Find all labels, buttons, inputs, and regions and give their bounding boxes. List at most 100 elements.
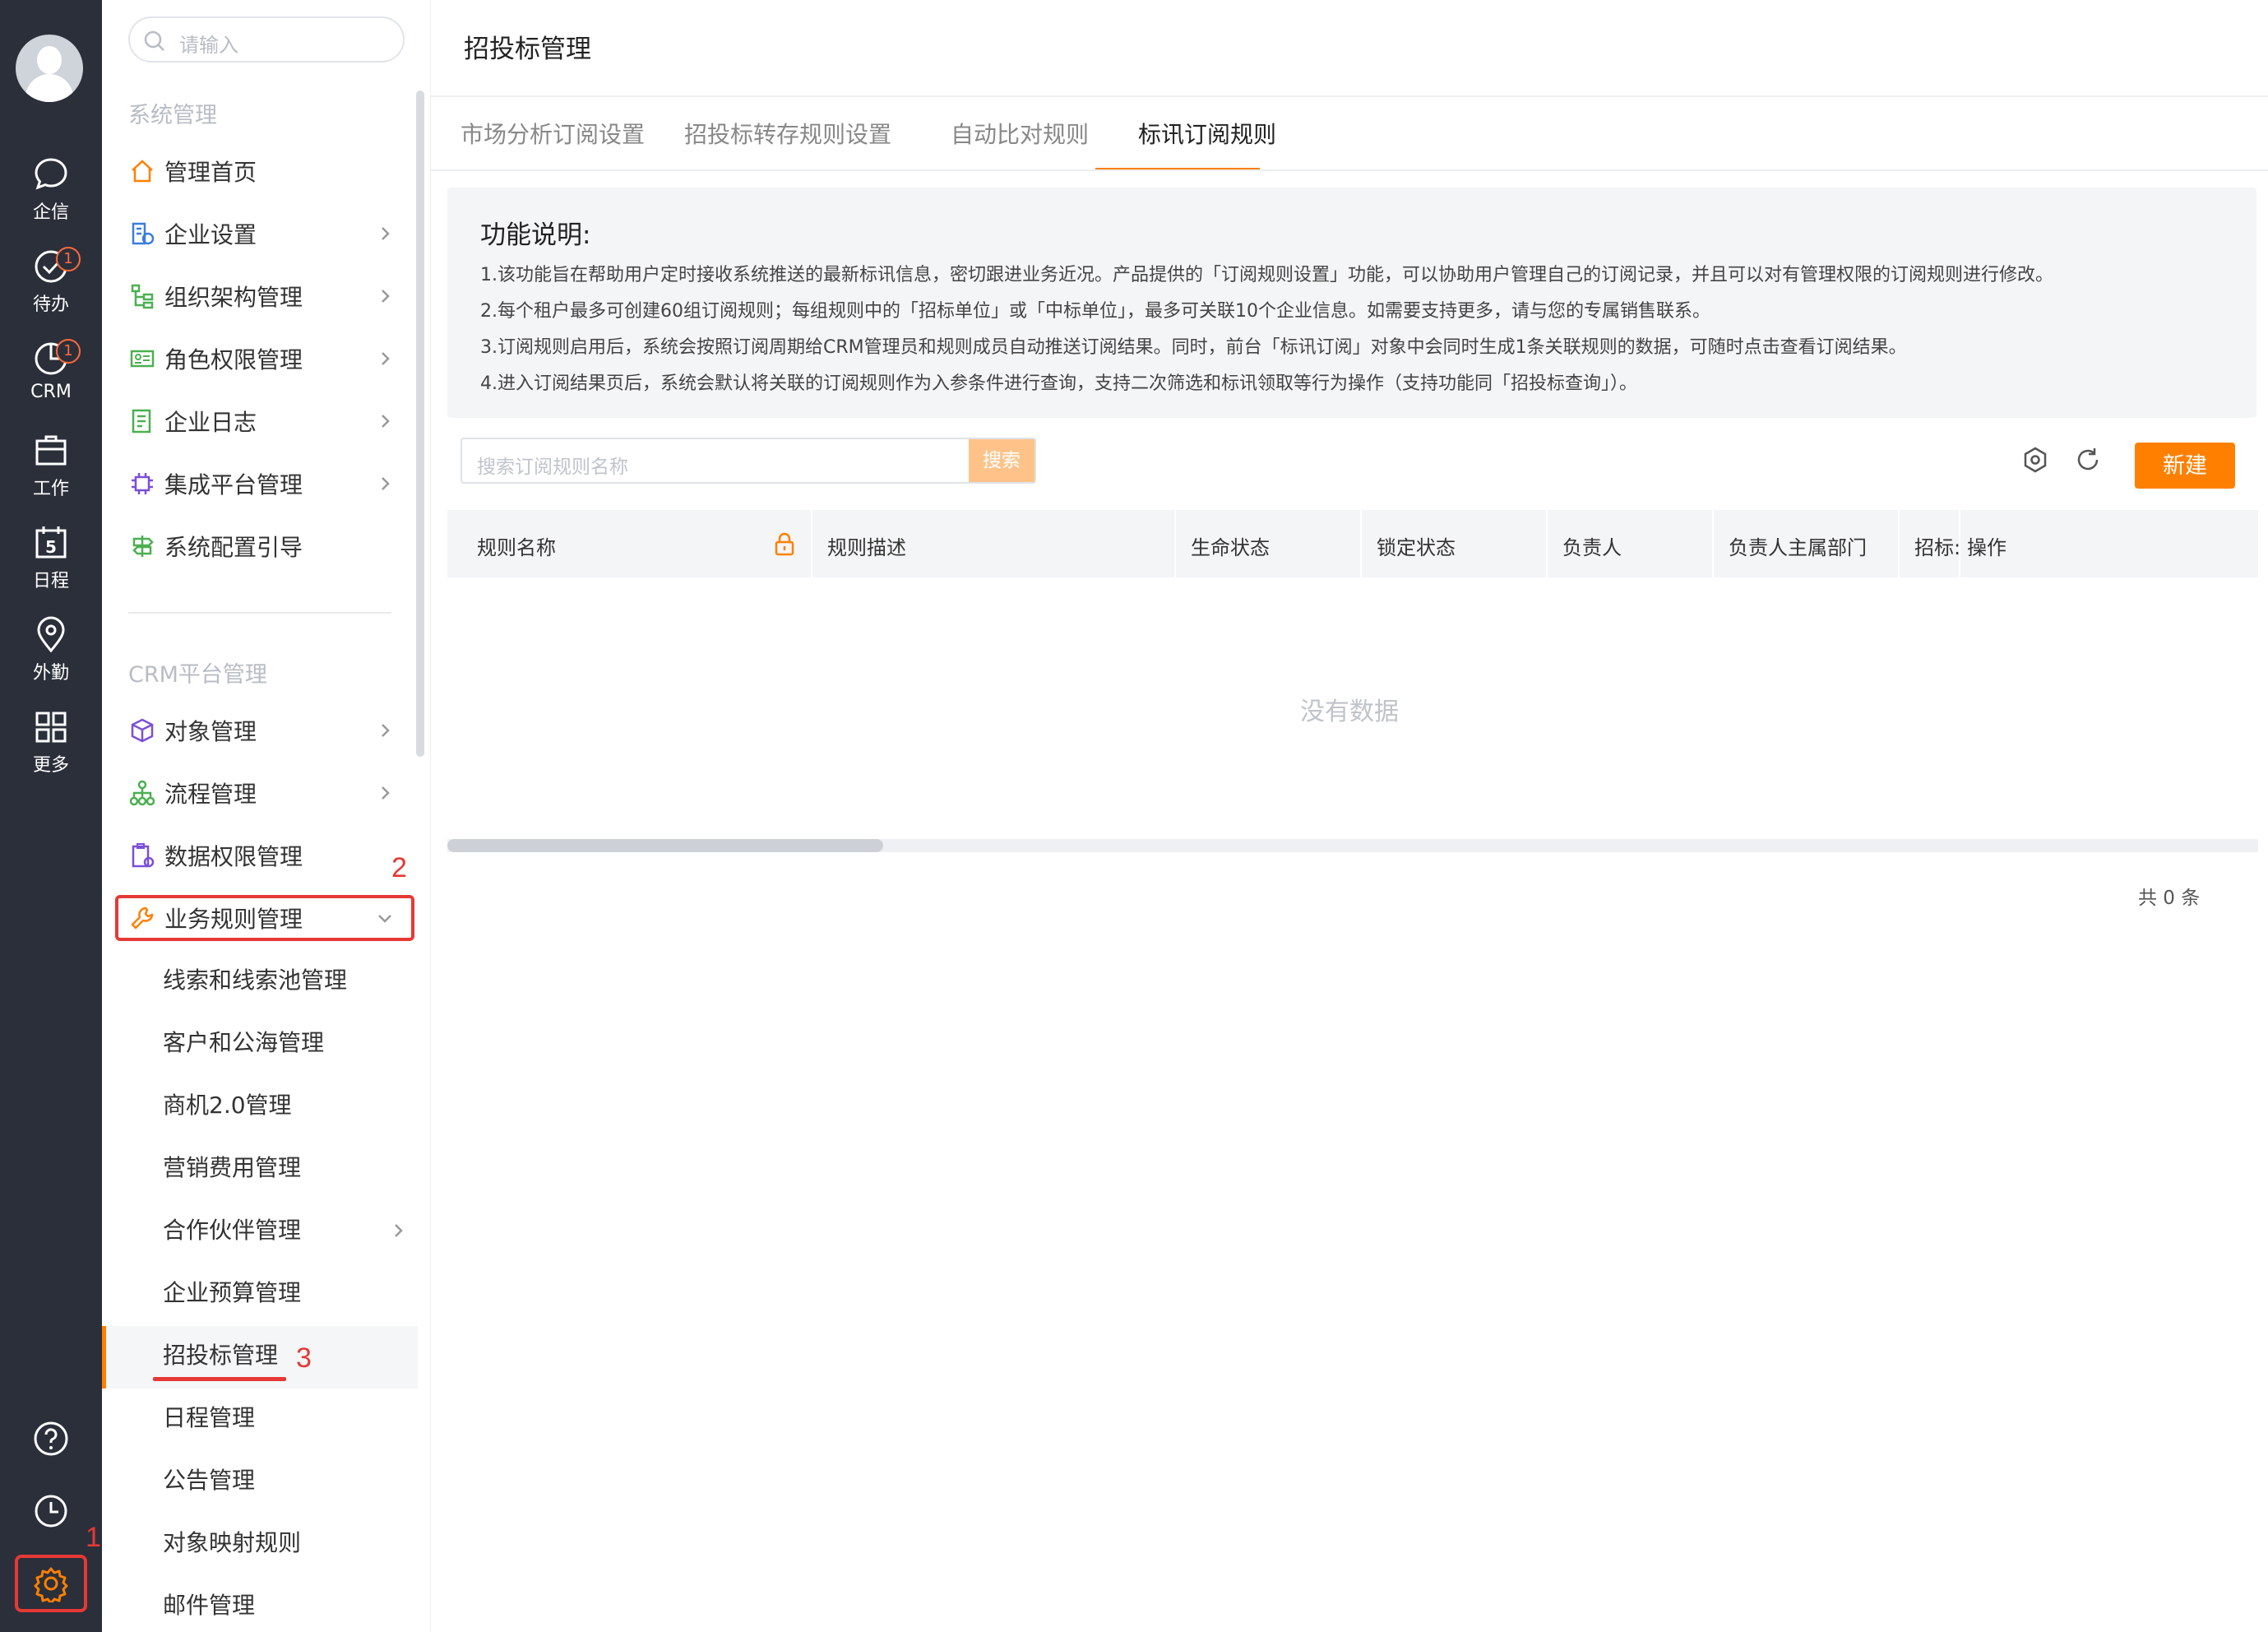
column-header-bidding[interactable]: 招标: [1914,531,1960,560]
rail-label: 待办 [32,294,69,315]
column-header-rule-desc[interactable]: 规则描述 [827,531,906,560]
rule-search-input[interactable]: 搜索订阅规则名称 搜索 [461,438,1036,484]
table-horizontal-scrollbar[interactable] [447,839,2258,852]
search-icon [144,30,164,51]
sidebar-subitem-budget[interactable]: 企业预算管理 [163,1273,301,1313]
tab-transfer-rules[interactable]: 招投标转存规则设置 [684,117,891,150]
rail-label: 日程 [32,571,69,591]
rail-item-schedule[interactable]: 5 日程 [0,523,102,605]
sidebar-divider [128,612,391,614]
cube-icon [131,718,154,743]
sidebar-subitem-email[interactable]: 邮件管理 [163,1586,255,1625]
rail-item-qixin[interactable]: 企信 [0,155,102,237]
sidebar-item-logs[interactable]: 企业日志 [128,401,400,441]
rule-search-placeholder: 搜索订阅规则名称 [477,457,628,478]
rail-label: 更多 [32,755,69,776]
calendar-icon: 5 [35,526,67,559]
sidebar-item-home[interactable]: 管理首页 [128,151,400,191]
signpost-icon [132,536,154,557]
rail-item-todo[interactable]: 1 待办 [0,247,102,329]
annotation-step-2: 2 [391,852,407,883]
clock-icon [35,1495,67,1528]
app-root: 企信 1 待办 1 CRM 工作 5 日程 外勤 更多 1 请输入 系统管理 管… [0,0,2268,1632]
refresh-icon[interactable] [2074,446,2102,474]
settings-hex-icon[interactable] [2021,446,2049,474]
sidebar-item-label: 企业设置 [164,221,257,248]
sidebar-item-data-permission[interactable]: 数据权限管理 [128,836,400,875]
info-line-2: 2.每个租户最多可创建60组订阅规则；每组规则中的「招标单位」或「中标单位」，最… [480,301,1710,322]
column-header-actions: 操作 [1967,536,2006,559]
sidebar-subitem-bidding[interactable]: 招投标管理 [163,1336,278,1375]
total-count: 共 0 条 [2138,888,2201,909]
tab-subscription-rules[interactable]: 标讯订阅规则 [1138,117,1276,150]
sidebar-item-integration[interactable]: 集成平台管理 [128,464,400,503]
chevron-right-icon [382,290,390,303]
sidebar-item-label: 系统配置引导 [164,534,303,561]
info-heading: 功能说明: [480,220,591,250]
sidebar-scrollbar[interactable] [416,90,424,757]
sidebar-search-input[interactable]: 请输入 [128,16,405,63]
lock-icon[interactable] [773,531,796,556]
tab-auto-compare[interactable]: 自动比对规则 [951,117,1089,150]
rail-item-field[interactable]: 外勤 [0,615,102,698]
table-header: 规则名称 规则描述 生命状态 锁定状态 负责人 负责人主属部门 招标: 操作 [447,510,2258,577]
log-icon [132,409,151,434]
settings-highlight-box [15,1555,87,1612]
new-button[interactable]: 新建 [2135,443,2235,489]
sidebar-subitem-schedule[interactable]: 日程管理 [163,1398,255,1438]
building-icon [132,222,155,245]
rail-item-work[interactable]: 工作 [0,431,102,513]
admin-sidebar: 请输入 系统管理 管理首页 企业设置 组织架构管理 角色权限管理 企业日志 集成… [102,0,431,1632]
search-button[interactable]: 搜索 [969,439,1034,482]
sidebar-item-objects[interactable]: 对象管理 [128,711,400,750]
sidebar-subitem-object-mapping[interactable]: 对象映射规则 [163,1523,301,1563]
id-card-icon [130,350,155,368]
sidebar-item-label: 合作伙伴管理 [163,1217,302,1244]
sidebar-subitem-customers[interactable]: 客户和公海管理 [163,1023,324,1063]
sidebar-item-process[interactable]: 流程管理 [128,773,400,813]
sidebar-subitem-announcement[interactable]: 公告管理 [163,1461,255,1500]
sidebar-subitem-marketing-cost[interactable]: 营销费用管理 [163,1148,301,1188]
flow-icon [129,780,155,806]
sidebar-item-company-settings[interactable]: 企业设置 [128,214,400,253]
help-button[interactable] [0,1420,102,1461]
svg-text:5: 5 [45,537,57,557]
left-rail: 企信 1 待办 1 CRM 工作 5 日程 外勤 更多 [0,0,102,1632]
sidebar-item-roles[interactable]: 角色权限管理 [128,339,400,378]
scrollbar-thumb[interactable] [447,839,883,852]
location-icon [37,616,65,653]
chat-icon [35,158,67,190]
sidebar-item-label: 企业日志 [164,409,257,436]
sidebar-item-label: 对象管理 [164,718,257,745]
column-header-life-status[interactable]: 生命状态 [1191,531,1270,560]
rail-item-crm[interactable]: 1 CRM [0,339,102,421]
sidebar-subitem-leads[interactable]: 线索和线索池管理 [163,961,347,1000]
annotation-step-3: 3 [296,1342,312,1374]
grid-icon [35,712,67,743]
chevron-right-icon [382,415,390,428]
sidebar-subitem-opportunity[interactable]: 商机2.0管理 [163,1086,292,1125]
column-header-lock-status[interactable]: 锁定状态 [1377,531,1456,560]
sidebar-subitem-partners[interactable]: 合作伙伴管理 [163,1211,410,1250]
chevron-right-icon [382,724,390,737]
section-title-crm: CRM平台管理 [128,662,267,688]
column-header-rule-name[interactable]: 规则名称 [477,531,556,560]
help-icon [34,1421,68,1456]
sidebar-item-org[interactable]: 组织架构管理 [128,276,400,316]
sidebar-item-label: 角色权限管理 [164,346,303,373]
column-header-owner-dept[interactable]: 负责人主属部门 [1729,531,1867,560]
sidebar-item-label: 数据权限管理 [164,843,303,870]
avatar[interactable] [16,35,83,102]
chip-icon [132,473,153,494]
tab-market-analysis[interactable]: 市场分析订阅设置 [461,117,645,150]
rail-label: 企信 [32,202,69,223]
sidebar-item-label: 管理首页 [164,159,257,186]
sidebar-item-label: 集成平台管理 [164,471,303,498]
empty-state-text: 没有数据 [1300,698,1399,726]
page-title: 招投标管理 [464,35,591,64]
chevron-right-icon [382,786,390,800]
rail-item-more[interactable]: 更多 [0,707,102,790]
column-header-owner[interactable]: 负责人 [1562,531,1622,560]
sidebar-item-config-guide[interactable]: 系统配置引导 [128,526,400,566]
briefcase-icon [35,435,67,466]
